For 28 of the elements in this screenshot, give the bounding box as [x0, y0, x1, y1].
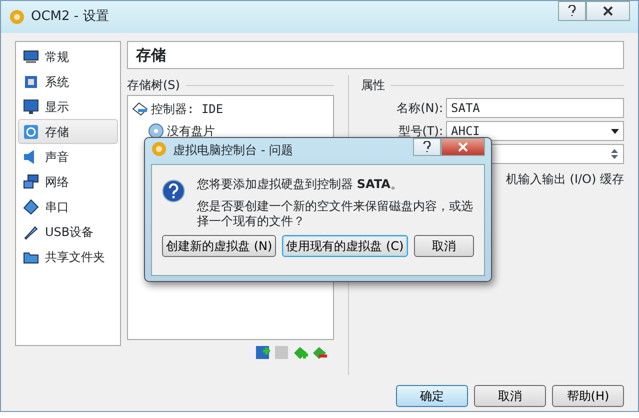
sidebar-item[interactable]: 显示 — [18, 94, 118, 119]
name-field[interactable]: SATA — [446, 98, 624, 118]
sidebar-item[interactable]: 声音 — [18, 144, 118, 169]
sidebar-item[interactable]: 常规 — [18, 44, 118, 69]
window-title: OCM2 - 设置 — [31, 8, 109, 26]
dialog-button[interactable]: 创建新的虚拟盘 (N) — [162, 235, 276, 257]
type-dropdown[interactable]: AHCI — [446, 121, 624, 141]
field-label: 名称(N): — [396, 100, 443, 117]
sidebar-item[interactable]: USB设备 — [18, 219, 118, 244]
field-label: 型号(T): — [397, 123, 443, 140]
page-title: 存储 — [127, 41, 624, 69]
sidebar-item[interactable]: 共享文件夹 — [18, 244, 118, 269]
dialog-question: 您是否要创建一个新的空文件来保留磁盘内容，或选择一个现有的文件？ — [197, 199, 474, 229]
sidebar-item[interactable]: 系统 — [18, 69, 118, 94]
section-heading: 属性 — [361, 77, 385, 94]
checkbox-label: 机输入输出 (I/O) 缓存 — [506, 171, 624, 188]
dialog-title: 虚拟电脑控制台 - 问题 — [173, 142, 293, 159]
sidebar-item[interactable]: 存储 — [18, 119, 118, 144]
section-heading: 存储树(S) — [127, 77, 180, 94]
dialog-button[interactable]: 使用现有的虚拟盘 (C) — [282, 235, 408, 257]
tree-item[interactable]: 控制器: IDE — [132, 98, 329, 120]
sidebar-item[interactable]: 网络 — [18, 169, 118, 194]
dialog-button[interactable]: 确定 — [396, 385, 468, 407]
dialog-button[interactable]: 取消 — [414, 235, 474, 257]
dialog-button[interactable]: 帮助(H) — [552, 385, 624, 407]
sidebar-item[interactable]: 串口 — [18, 194, 118, 219]
dialog-button[interactable]: 取消 — [474, 385, 546, 407]
dialog-message: 您将要添加虚拟硬盘到控制器 SATA。 — [197, 176, 404, 193]
